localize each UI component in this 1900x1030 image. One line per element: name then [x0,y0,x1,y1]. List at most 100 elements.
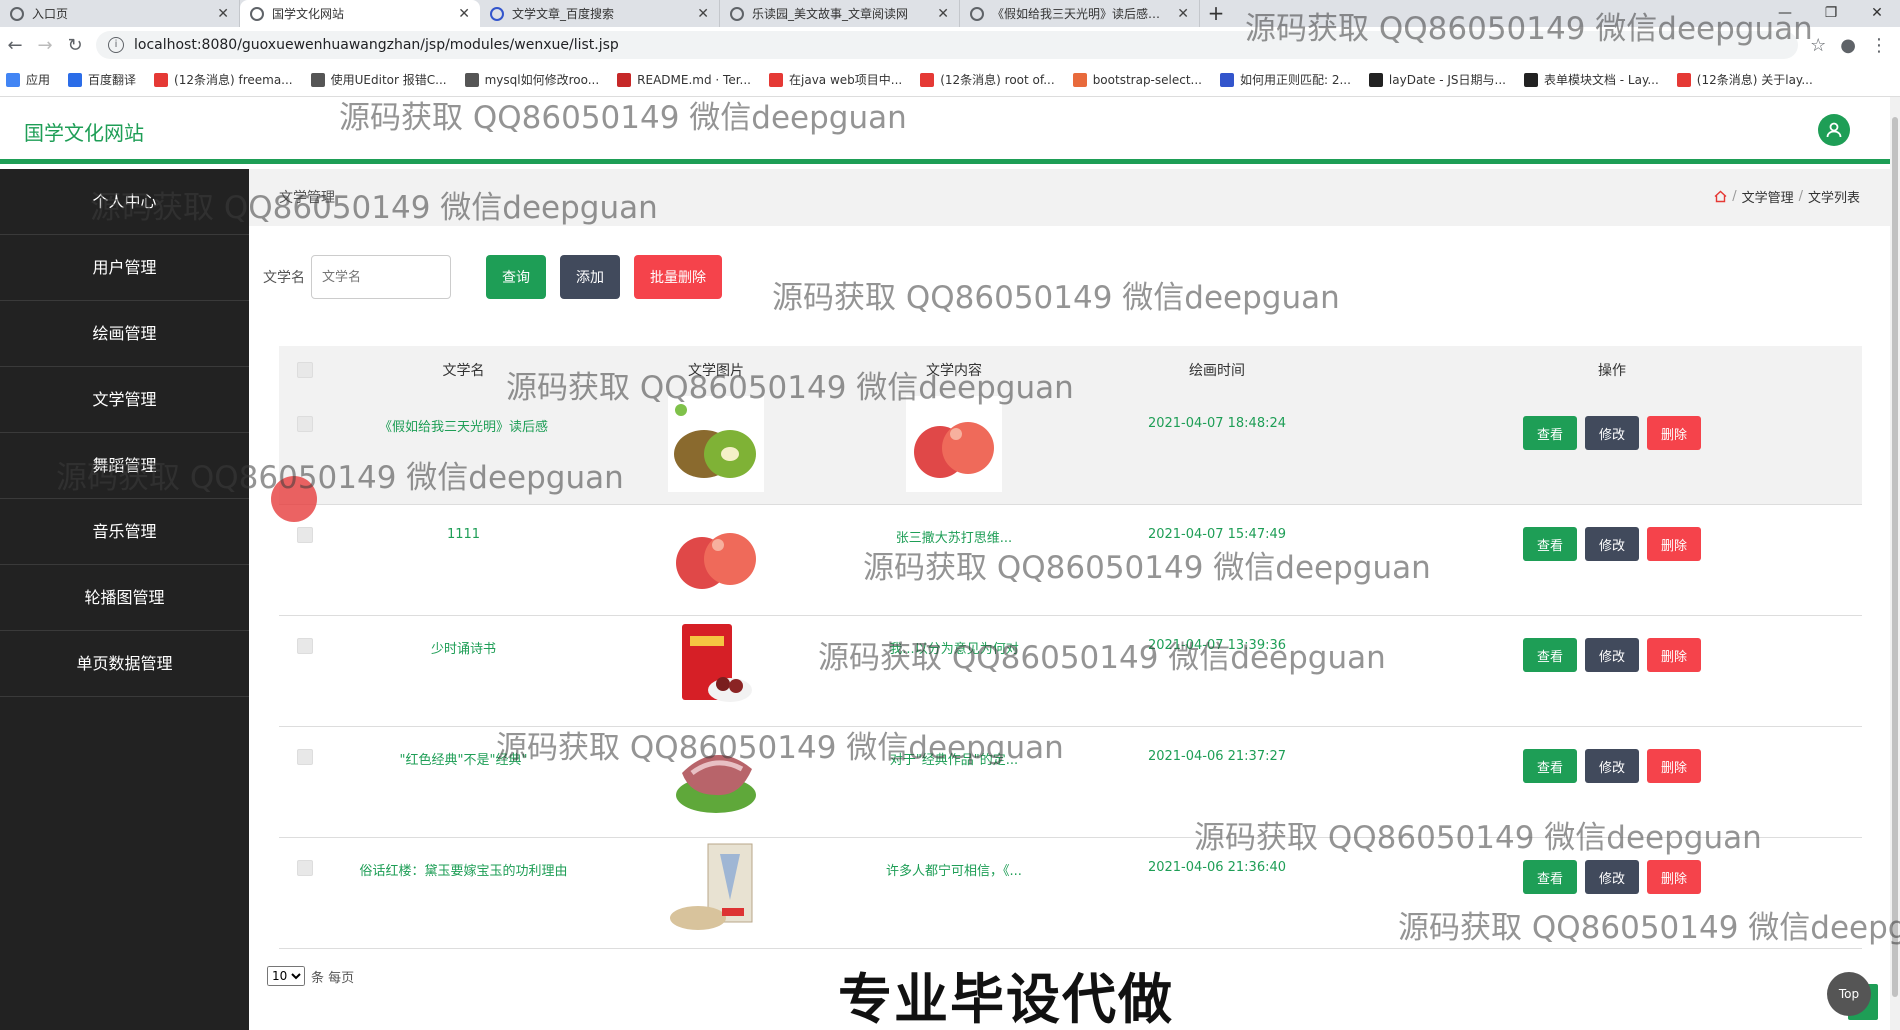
back-to-top-button[interactable]: Top [1827,972,1871,1016]
row-checkbox[interactable] [297,749,313,765]
cell-content: 我...以分为意见为何对 [889,642,1019,657]
edit-button[interactable]: 修改 [1584,527,1639,561]
bookmark-favicon-icon [920,72,935,87]
sidebar-item-painting[interactable]: 绘画管理 [0,301,249,367]
delete-button[interactable]: 删除 [1647,527,1702,561]
bookmark-item[interactable]: 表单模块文档 - Lay... [1523,71,1659,88]
literature-thumbnail [666,394,766,494]
edit-button[interactable]: 修改 [1584,860,1639,894]
search-label: 文学名 [263,270,305,286]
view-button[interactable]: 查看 [1522,638,1577,672]
menu-icon[interactable]: ⋮ [1870,35,1888,56]
minimize-icon[interactable]: — [1762,0,1808,27]
profile-icon[interactable]: ● [1840,35,1856,56]
sidebar: 个人中心 用户管理 绘画管理 文学管理 舞蹈管理 音乐管理 轮播图管理 单页数据… [0,169,249,1030]
sidebar-item-single-page[interactable]: 单页数据管理 [0,631,249,697]
sidebar-item-literature[interactable]: 文学管理 [0,367,249,433]
bookmark-label: 使用UEditor 报错C... [330,73,447,87]
bookmark-favicon-icon [310,72,325,87]
bookmark-item[interactable]: layDate - JS日期与... [1368,71,1506,88]
view-button[interactable]: 查看 [1522,527,1577,561]
browser-tab[interactable]: 入口页 ✕ [0,0,240,27]
sidebar-item-profile[interactable]: 个人中心 [0,169,249,235]
row-checkbox[interactable] [297,860,313,876]
row-checkbox[interactable] [297,416,313,432]
bookmark-favicon-icon [1368,72,1383,87]
delete-button[interactable]: 删除 [1647,860,1702,894]
search-bar: 文学名 查询 添加 批量删除 [263,255,722,299]
browser-tab-active[interactable]: 国学文化网站 ✕ [240,0,480,27]
delete-button[interactable]: 删除 [1647,749,1702,783]
page-scrollbar[interactable] [1890,97,1900,1030]
close-tab-icon[interactable]: ✕ [458,6,470,22]
restore-icon[interactable]: ❐ [1808,0,1854,27]
site-title[interactable]: 国学文化网站 [24,117,144,146]
new-tab-button[interactable]: + [1200,0,1232,27]
close-tab-icon[interactable]: ✕ [1177,6,1189,22]
table-header: 文学名 文学图片 文学内容 绘画时间 操作 [279,346,1862,394]
view-button[interactable]: 查看 [1522,749,1577,783]
browser-tab[interactable]: 《假如给我三天光明》读后感作文 ✕ [960,0,1200,27]
view-button[interactable]: 查看 [1522,860,1577,894]
bookmark-item[interactable]: 使用UEditor 报错C... [310,71,447,88]
close-tab-icon[interactable]: ✕ [217,6,229,22]
browser-tab[interactable]: 乐读园_美文故事_文章阅读网 ✕ [720,0,960,27]
view-button[interactable]: 查看 [1522,416,1577,450]
add-button[interactable]: 添加 [560,255,620,299]
header-time: 绘画时间 [1189,363,1245,379]
cell-name: 俗话红楼：黛玉要嫁宝玉的功利理由 [359,864,568,879]
cell-time: 2021-04-07 15:47:49 [1147,527,1287,542]
select-all-checkbox[interactable] [297,362,313,378]
close-tab-icon[interactable]: ✕ [697,6,709,22]
user-icon[interactable] [1818,114,1850,146]
bookmark-item[interactable]: 在java web项目中... [769,71,902,88]
delete-button[interactable]: 删除 [1647,416,1702,450]
close-tab-icon[interactable]: ✕ [937,6,949,22]
batch-delete-button[interactable]: 批量删除 [634,255,722,299]
edit-button[interactable]: 修改 [1584,638,1639,672]
bookmark-item[interactable]: bootstrap-select... [1072,72,1202,87]
edit-button[interactable]: 修改 [1584,416,1639,450]
search-input[interactable] [311,255,451,299]
content-thumbnail [904,394,1004,494]
back-icon[interactable]: ← [0,35,30,56]
info-icon[interactable]: i [108,37,124,53]
cell-time: 2021-04-06 21:37:27 [1147,749,1287,764]
breadcrumb-item[interactable]: 文学管理 [1742,187,1794,206]
edit-button[interactable]: 修改 [1584,749,1639,783]
bookmark-item[interactable]: (12条消息) 关于lay... [1676,71,1813,88]
globe-icon [730,6,744,21]
bookmark-item[interactable]: 如何用正则匹配: 2... [1219,71,1351,88]
sidebar-item-music[interactable]: 音乐管理 [0,499,249,565]
bookmark-item[interactable]: 百度翻译 [68,71,136,88]
bookmark-item[interactable]: README.md · Ter... [617,72,751,87]
query-button[interactable]: 查询 [486,255,546,299]
home-icon[interactable] [1714,190,1727,203]
bookmark-item[interactable]: (12条消息) freema... [154,71,293,88]
forward-icon[interactable]: → [30,35,60,56]
page-size-select[interactable]: 10 [267,966,305,986]
sidebar-item-carousel[interactable]: 轮播图管理 [0,565,249,631]
browser-tab[interactable]: 文学文章_百度搜索 ✕ [480,0,720,27]
row-checkbox[interactable] [297,527,313,543]
bookmark-favicon-icon [617,72,632,87]
close-window-icon[interactable]: ✕ [1854,0,1900,27]
sidebar-item-dance[interactable]: 舞蹈管理 [0,433,249,499]
bookmark-item[interactable]: (12条消息) root of... [920,71,1055,88]
cell-content-image [836,394,1072,494]
cell-content: 许多人都宁可相信，《... [886,864,1022,879]
bookmark-apps[interactable]: 应用 [6,71,50,88]
sidebar-item-users[interactable]: 用户管理 [0,235,249,301]
scrollbar-thumb[interactable] [1892,117,1898,997]
table-row: 1111 张三撒大苏打思维... 2021-04-07 15:47:49 查看 … [279,505,1862,616]
bookmark-label: 表单模块文档 - Lay... [1543,73,1659,87]
row-checkbox[interactable] [297,638,313,654]
bookmark-favicon-icon [154,72,169,87]
bookmark-item[interactable]: mysql如何修改roo... [464,71,599,88]
delete-button[interactable]: 删除 [1647,638,1702,672]
globe-icon [10,6,24,21]
table-row: "红色经典"不是"经典" 对于"经典作品"的定... 2021-04-06 21… [279,727,1862,838]
reload-icon[interactable]: ↻ [60,35,90,56]
url-field[interactable]: i localhost:8080/guoxuewenhuawangzhan/js… [96,31,1799,59]
star-icon[interactable]: ☆ [1810,35,1826,56]
